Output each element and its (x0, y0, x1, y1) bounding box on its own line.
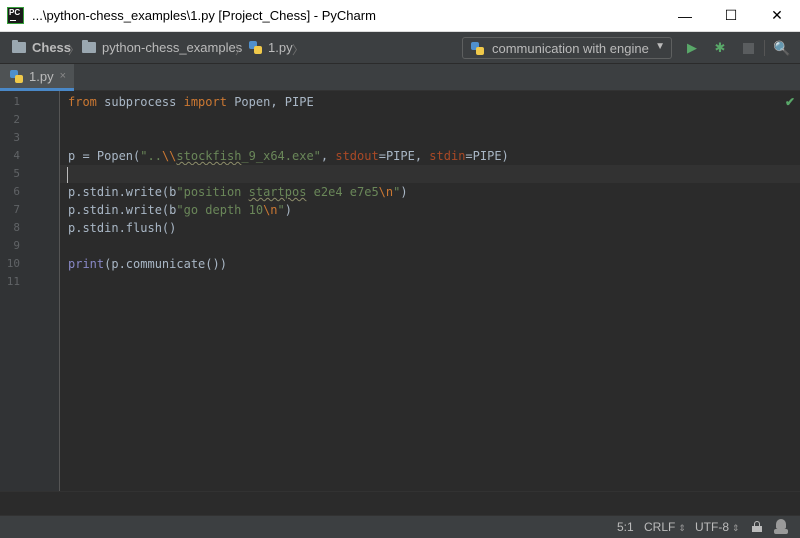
run-configuration-dropdown[interactable]: communication with engine ▼ (462, 37, 672, 59)
breadcrumb-project[interactable]: Chess (12, 40, 71, 55)
maximize-button[interactable]: ☐ (708, 0, 754, 31)
code-line-4[interactable]: p = Popen("..\\stockfish_9_x64.exe", std… (60, 147, 800, 165)
breadcrumb-separator-icon: 〉 (68, 43, 81, 57)
text-caret (67, 166, 68, 183)
breadcrumb-file[interactable]: 1.py (249, 40, 293, 55)
python-file-icon (249, 41, 262, 54)
line-number: 10 (6, 257, 20, 270)
editor-empty-area (0, 491, 800, 515)
code-line-8[interactable]: p.stdin.flush() (60, 219, 800, 237)
code-line-6[interactable]: p.stdin.write(b"position startpos e2e4 e… (60, 183, 800, 201)
line-number-gutter[interactable]: 1 2 3 4 5 6 7 8 9 10 11 (0, 91, 60, 491)
breadcrumb-separator-icon: 〉 (292, 43, 305, 57)
dropdown-arrow-icon: ▼ (655, 41, 665, 52)
tab-1-py[interactable]: 1.py × (0, 64, 74, 91)
pycharm-logo-icon: PC (7, 7, 24, 24)
line-number: 9 (13, 239, 20, 252)
tab-close-icon[interactable]: × (60, 70, 66, 82)
line-separator-selector[interactable]: CRLF ⇕ (644, 520, 686, 534)
editor-tab-bar: 1.py × (0, 64, 800, 91)
run-button[interactable]: ▶ (683, 39, 701, 57)
minimize-button[interactable]: — (662, 0, 708, 31)
python-file-icon (10, 69, 23, 83)
navigation-bar: Chess 〉 python-chess_examples 〉 1.py 〉 c… (0, 32, 800, 64)
line-number: 11 (6, 275, 20, 288)
tab-label: 1.py (29, 68, 54, 84)
folder-icon (12, 40, 26, 53)
code-line-7[interactable]: p.stdin.write(b"go depth 10\n") (60, 201, 800, 219)
search-everywhere-button[interactable]: 🔍 (773, 39, 791, 57)
stop-button[interactable] (739, 39, 757, 57)
code-line-5-current[interactable] (60, 165, 800, 183)
breadcrumb-folder-label: python-chess_examples (102, 40, 243, 55)
caret-position[interactable]: 5:1 (617, 520, 634, 534)
updown-arrow-icon: ⇕ (732, 523, 740, 533)
toolbar-divider (764, 40, 765, 56)
code-line-1[interactable]: from subprocess import Popen, PIPE (60, 93, 800, 111)
line-number: 4 (13, 149, 20, 162)
line-number: 7 (13, 203, 20, 216)
breadcrumb-project-label: Chess (32, 40, 72, 55)
title-bar: PC ...\python-chess_examples\1.py [Proje… (0, 0, 800, 32)
debug-button[interactable]: ✱ (711, 39, 729, 57)
window-title: ...\python-chess_examples\1.py [Project_… (32, 8, 376, 23)
folder-icon (82, 40, 96, 53)
breadcrumb-file-label: 1.py (268, 40, 293, 55)
stop-icon (742, 42, 754, 54)
hector-inspector-icon[interactable] (774, 519, 788, 534)
status-bar: 5:1 CRLF ⇕ UTF-8 ⇕ (0, 515, 800, 538)
inspection-ok-check-icon[interactable]: ✔ (785, 95, 795, 109)
line-number: 8 (13, 221, 20, 234)
breadcrumb-folder[interactable]: python-chess_examples (82, 40, 242, 55)
line-number: 2 (13, 113, 20, 126)
updown-arrow-icon: ⇕ (678, 523, 686, 533)
run-configuration-label: communication with engine (492, 40, 649, 56)
line-number: 1 (13, 95, 20, 108)
line-number: 6 (13, 185, 20, 198)
line-number: 5 (13, 167, 20, 180)
close-button[interactable]: ✕ (754, 0, 800, 31)
line-number: 3 (13, 131, 20, 144)
encoding-selector[interactable]: UTF-8 ⇕ (695, 520, 740, 534)
python-icon (471, 41, 484, 55)
code-editor[interactable]: from subprocess import Popen, PIPE p = P… (60, 91, 800, 491)
breadcrumb-separator-icon: 〉 (235, 43, 248, 57)
read-only-lock-icon[interactable] (752, 521, 762, 532)
code-line-10[interactable]: print(p.communicate()) (60, 255, 800, 273)
